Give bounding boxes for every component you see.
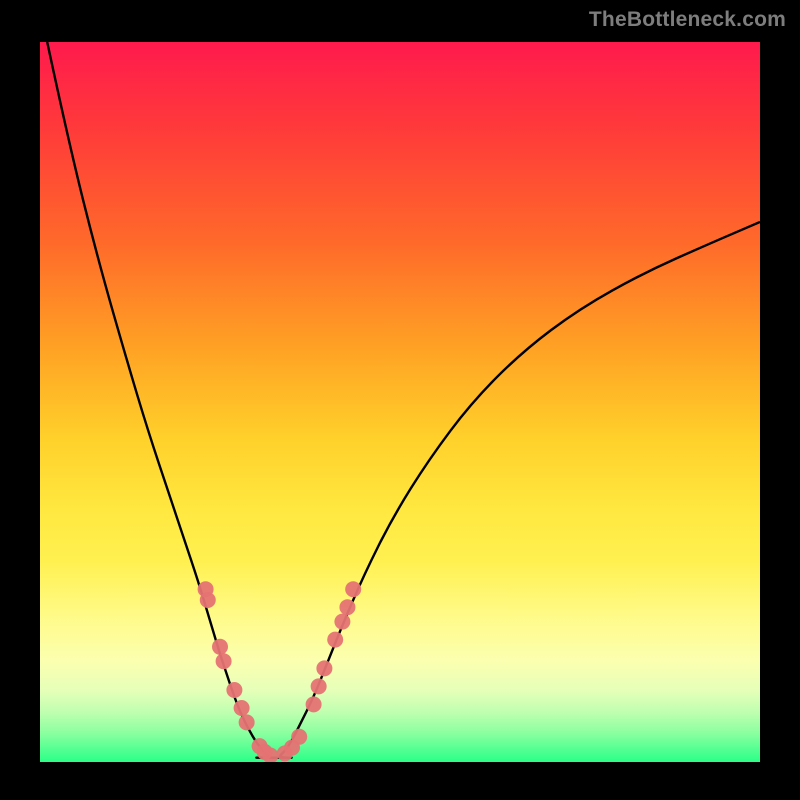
marker-layer <box>198 581 362 762</box>
marker-right-7 <box>334 614 350 630</box>
marker-right-4 <box>311 678 327 694</box>
marker-right-3 <box>306 696 322 712</box>
watermark-text: TheBottleneck.com <box>589 8 786 32</box>
marker-left-4 <box>226 682 242 698</box>
marker-right-6 <box>327 632 343 648</box>
plot-svg <box>40 42 760 762</box>
plot-area <box>40 42 760 762</box>
marker-right-2 <box>291 729 307 745</box>
marker-left-5 <box>234 700 250 716</box>
curve-layer <box>47 42 760 758</box>
chart-frame: TheBottleneck.com <box>0 0 800 800</box>
bottleneck-curve <box>47 42 760 758</box>
marker-right-9 <box>345 581 361 597</box>
marker-left-1 <box>200 592 216 608</box>
marker-left-3 <box>216 653 232 669</box>
marker-left-6 <box>239 714 255 730</box>
marker-right-8 <box>339 599 355 615</box>
marker-left-2 <box>212 639 228 655</box>
marker-right-5 <box>316 660 332 676</box>
